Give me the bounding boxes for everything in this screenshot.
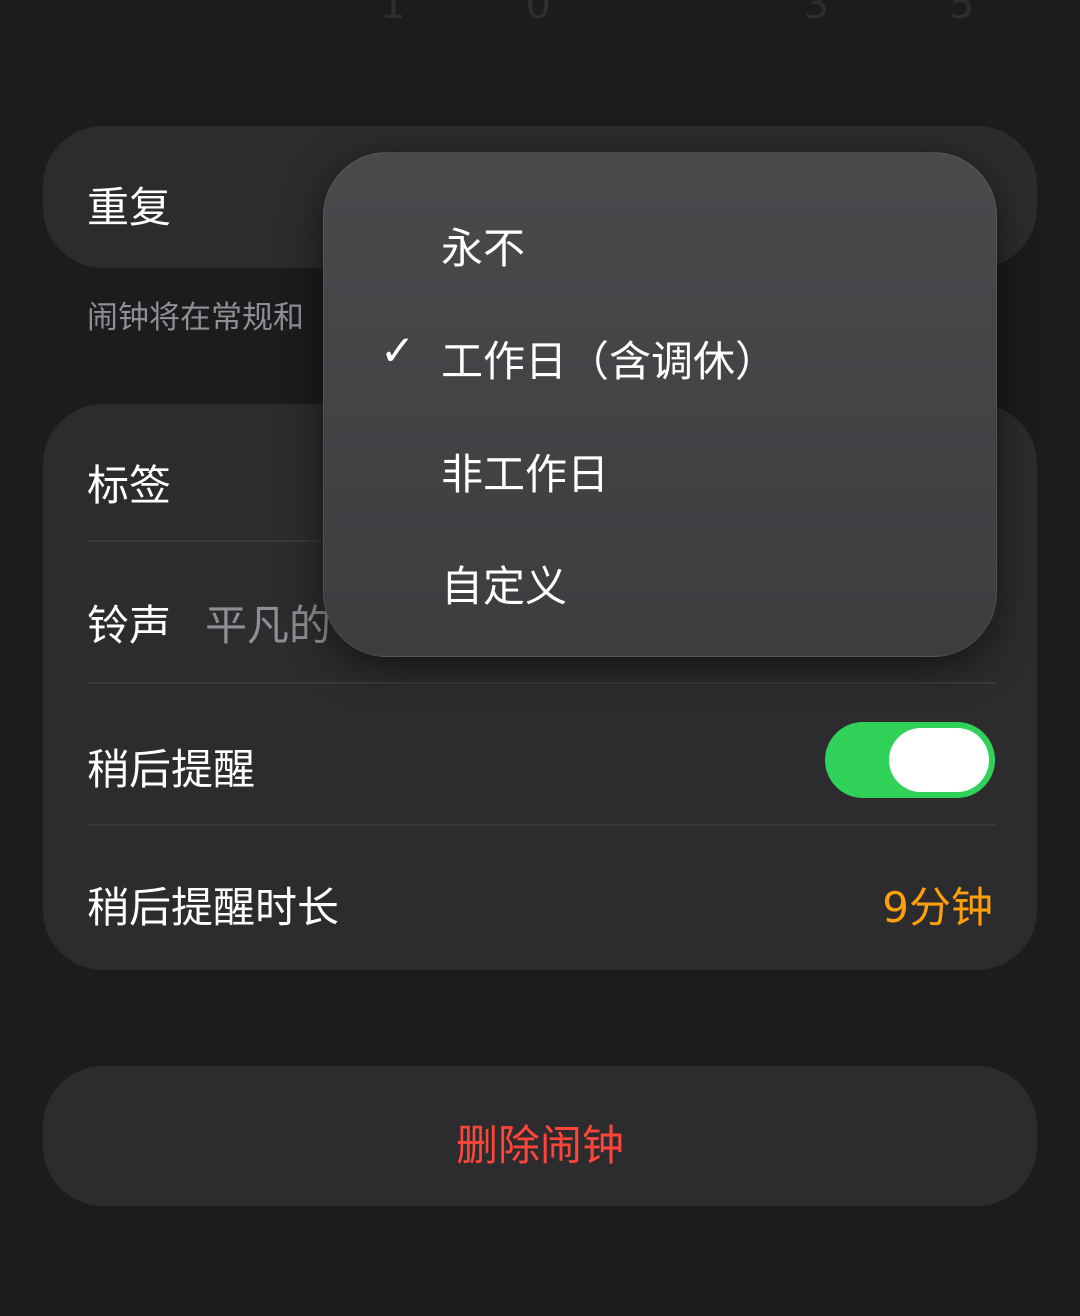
menu-item-label: 非工作日 bbox=[441, 450, 610, 499]
menu-item-workdays[interactable]: ✓ 工作日（含调休） bbox=[324, 294, 996, 406]
time-picker-remnant: 10 35 bbox=[380, 0, 975, 28]
snooze-toggle[interactable] bbox=[825, 722, 995, 798]
delete-alarm-button[interactable]: 删除闹钟 bbox=[43, 1066, 1037, 1206]
snooze-row: 稍后提醒 bbox=[43, 688, 1037, 830]
menu-item-custom[interactable]: 自定义 bbox=[324, 519, 996, 631]
snooze-duration-label: 稍后提醒时长 bbox=[87, 883, 340, 932]
ringtone-value: 平凡的 bbox=[205, 601, 332, 650]
label-row-title: 标签 bbox=[87, 461, 172, 510]
menu-item-non-workdays[interactable]: 非工作日 bbox=[324, 407, 996, 519]
delete-alarm-label: 删除闹钟 bbox=[455, 1121, 624, 1170]
ringtone-label: 铃声 bbox=[87, 601, 172, 650]
divider bbox=[87, 682, 995, 684]
menu-item-never[interactable]: 永不 bbox=[324, 181, 996, 293]
menu-item-label: 工作日（含调休） bbox=[441, 337, 778, 386]
picker-hour: 10 bbox=[380, 0, 671, 28]
snooze-duration-row[interactable]: 稍后提醒时长 9分钟 bbox=[43, 826, 1037, 968]
snooze-label: 稍后提醒 bbox=[87, 745, 256, 794]
menu-item-label: 自定义 bbox=[441, 562, 568, 611]
snooze-duration-value: 9分钟 bbox=[882, 883, 993, 932]
toggle-knob bbox=[889, 728, 989, 792]
repeat-footnote: 闹钟将在常规和 bbox=[87, 300, 304, 336]
repeat-label: 重复 bbox=[87, 183, 172, 232]
alarm-edit-screen: 10 35 重复 闹钟将在常规和 标签 铃声 平凡的 › 稍后提醒 稍后提醒时长… bbox=[0, 0, 1080, 1316]
menu-item-label: 永不 bbox=[441, 224, 526, 273]
checkmark-icon: ✓ bbox=[380, 326, 416, 375]
picker-minute: 35 bbox=[803, 0, 1080, 28]
repeat-dropdown-menu: 永不 ✓ 工作日（含调休） 非工作日 自定义 bbox=[323, 152, 997, 657]
